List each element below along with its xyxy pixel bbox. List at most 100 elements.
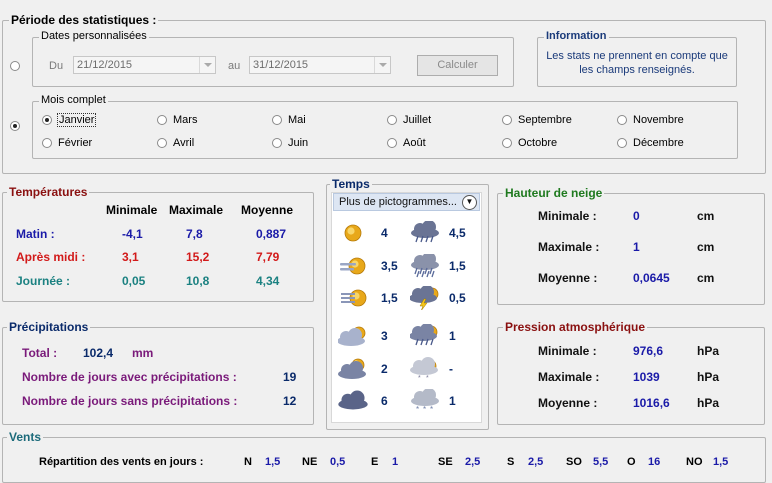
- month-label[interactable]: Juin: [288, 137, 308, 149]
- precip-total-unit: mm: [132, 346, 154, 360]
- temperatures-title: Températures: [7, 185, 90, 199]
- chevron-double-down-icon[interactable]: ▼: [462, 195, 477, 210]
- overcast-icon: [338, 389, 368, 413]
- svg-text:*: *: [416, 405, 419, 413]
- temp-row-label: Matin :: [16, 227, 55, 241]
- information-frame: Information Les stats ne prennent en com…: [537, 30, 737, 87]
- pictogrammes-dropdown[interactable]: Plus de pictogrammes... ▼: [333, 193, 480, 211]
- temp-value: 7,8: [186, 227, 203, 241]
- periode-title: Période des statistiques :: [9, 13, 159, 27]
- temp-value: 4,34: [256, 274, 280, 288]
- temp-value: 10,8: [186, 274, 210, 288]
- month-label[interactable]: Avril: [173, 137, 194, 149]
- radio-month[interactable]: [617, 115, 627, 125]
- radio-month[interactable]: [157, 138, 167, 148]
- calculer-button[interactable]: Calculer: [417, 55, 498, 76]
- radio-month[interactable]: [42, 115, 52, 125]
- vent-value: 5,5: [593, 456, 609, 468]
- sun-rain-icon: [409, 323, 440, 348]
- fog-sun-icon: [338, 254, 368, 278]
- precip-avec-value: 19: [283, 370, 297, 384]
- month-label[interactable]: Février: [58, 137, 92, 149]
- radio-month[interactable]: [157, 115, 167, 125]
- month-label[interactable]: Octobre: [518, 137, 557, 149]
- month-label[interactable]: Août: [403, 137, 426, 149]
- neige-label: Maximale :: [538, 240, 600, 254]
- svg-text:*: *: [418, 375, 421, 381]
- pression-value: 1039: [633, 370, 660, 384]
- pression-label: Moyenne :: [538, 396, 598, 410]
- neige-value: 0,0645: [633, 271, 670, 285]
- date-debut-value: 21/12/2015: [77, 59, 133, 71]
- precipitations-title: Précipitations: [7, 320, 91, 334]
- haze-sun-icon: [338, 286, 368, 310]
- month-label[interactable]: Septembre: [518, 114, 572, 126]
- radio-mois-complet[interactable]: [10, 121, 20, 131]
- pression-unit: hPa: [697, 344, 720, 358]
- heavy-rain-icon: [410, 252, 440, 278]
- vent-value: 2,5: [528, 456, 544, 468]
- precip-avec-label: Nombre de jours avec précipitations :: [22, 370, 237, 384]
- radio-month[interactable]: [617, 138, 627, 148]
- date-debut-combo[interactable]: 21/12/2015: [73, 56, 216, 74]
- mois-complet-title: Mois complet: [39, 94, 108, 106]
- month-label[interactable]: Mars: [173, 114, 197, 126]
- temp-row-label: Après midi :: [16, 250, 86, 264]
- temps-title: Temps: [330, 177, 372, 191]
- chevron-down-icon[interactable]: [374, 57, 390, 73]
- vent-direction: S: [507, 456, 515, 468]
- svg-text:*: *: [426, 375, 429, 381]
- vent-direction: E: [371, 456, 379, 468]
- precip-sans-label: Nombre de jours sans précipitations :: [22, 394, 238, 408]
- radio-month[interactable]: [272, 138, 282, 148]
- radio-dates-perso[interactable]: [10, 61, 20, 71]
- radio-month[interactable]: [387, 138, 397, 148]
- month-label[interactable]: Janvier: [56, 113, 97, 127]
- vent-direction: O: [627, 456, 636, 468]
- vents-label: Répartition des vents en jours :: [39, 456, 204, 468]
- precip-sans-value: 12: [283, 394, 297, 408]
- vent-value: 1: [392, 456, 399, 468]
- neige-label: Moyenne :: [538, 271, 598, 285]
- pression-unit: hPa: [697, 370, 720, 384]
- month-label[interactable]: Novembre: [633, 114, 684, 126]
- neige-unit: cm: [697, 240, 715, 254]
- temps-value: 3,5: [381, 259, 398, 273]
- pictogrammes-dropdown-label: Plus de pictogrammes...: [339, 196, 457, 208]
- precip-total-label: Total :: [22, 346, 58, 360]
- vent-value: 1,5: [713, 456, 729, 468]
- radio-month[interactable]: [502, 115, 512, 125]
- month-label[interactable]: Mai: [288, 114, 306, 126]
- pression-value: 976,6: [633, 344, 664, 358]
- radio-month[interactable]: [272, 115, 282, 125]
- month-label[interactable]: Juillet: [403, 114, 431, 126]
- temps-value: 6: [381, 394, 388, 408]
- radio-month[interactable]: [502, 138, 512, 148]
- information-title: Information: [544, 30, 609, 42]
- temps-value: 4: [381, 226, 388, 240]
- temp-value: 15,2: [186, 250, 210, 264]
- vent-direction: SO: [566, 456, 582, 468]
- temp-value: 0,887: [256, 227, 287, 241]
- mois-complet-frame: Mois complet: [32, 94, 738, 159]
- snow-icon: * * *: [410, 388, 440, 414]
- radio-month[interactable]: [387, 115, 397, 125]
- information-line-1: Les stats ne prennent en compte que: [546, 50, 728, 62]
- temps-value: 1,5: [449, 259, 466, 273]
- du-label: Du: [49, 60, 64, 72]
- thunderstorm-icon: [409, 285, 440, 312]
- temps-value: 3: [381, 329, 388, 343]
- chevron-down-icon[interactable]: [199, 57, 215, 73]
- neige-unit: cm: [697, 271, 715, 285]
- temps-value: 2: [381, 362, 388, 376]
- temp-value: 7,79: [256, 250, 280, 264]
- temps-value: 0,5: [449, 291, 466, 305]
- mostly-cloudy-icon: [338, 357, 368, 381]
- neige-label: Minimale :: [538, 209, 597, 223]
- radio-month[interactable]: [42, 138, 52, 148]
- month-label[interactable]: Décembre: [633, 137, 684, 149]
- pression-label: Minimale :: [538, 344, 597, 358]
- temp-header-min: Minimale: [106, 203, 158, 217]
- date-fin-combo[interactable]: 31/12/2015: [249, 56, 391, 74]
- vent-value: 2,5: [465, 456, 481, 468]
